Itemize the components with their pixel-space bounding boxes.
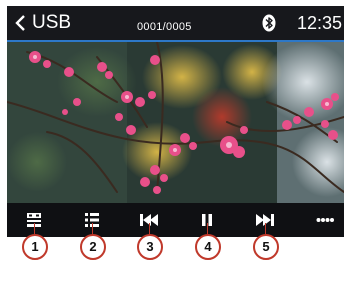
status-bar: USB 0001/0005 12:35 <box>7 6 344 40</box>
more-options-button[interactable] <box>310 207 340 233</box>
track-counter: 0001/0005 <box>137 21 192 33</box>
album-artwork <box>7 42 344 203</box>
callout-line-2 <box>92 223 93 234</box>
callout-2: 2 <box>80 234 106 260</box>
clock: 12:35 <box>297 13 343 33</box>
bluetooth-icon <box>262 14 276 32</box>
callout-1: 1 <box>22 234 48 260</box>
callout-3: 3 <box>137 234 163 260</box>
callout-line-5 <box>265 223 266 234</box>
callout-line-3 <box>149 223 150 234</box>
back-button[interactable] <box>13 13 27 33</box>
chevron-left-icon <box>15 15 25 31</box>
callout-4: 4 <box>195 234 221 260</box>
callout-line-4 <box>207 223 208 234</box>
callout-line-1 <box>34 223 35 234</box>
playback-control-bar <box>7 203 344 237</box>
callout-5: 5 <box>253 234 279 260</box>
more-options-icon <box>316 218 334 222</box>
head-unit-screen: USB 0001/0005 12:35 <box>7 6 344 237</box>
source-title: USB <box>32 12 72 33</box>
